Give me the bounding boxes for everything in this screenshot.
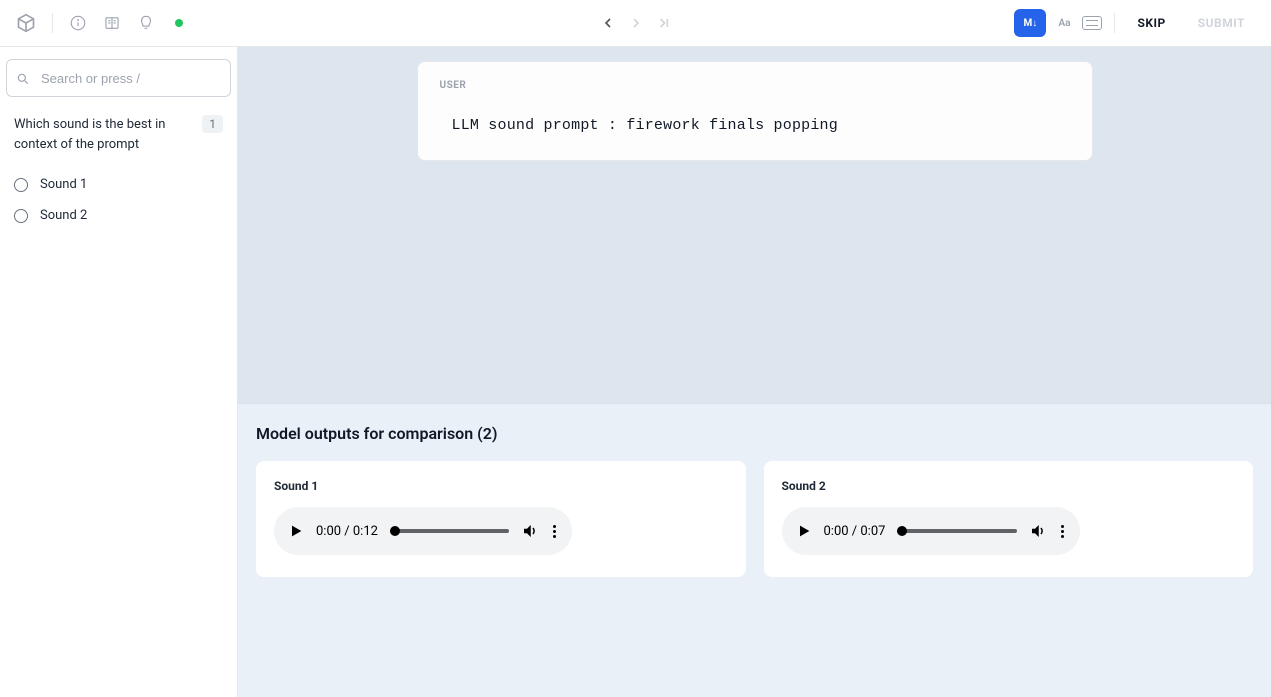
seek-bar[interactable] xyxy=(897,529,1016,533)
logo-icon xyxy=(16,13,36,33)
output-card-1: Sound 1 0:00 / 0:12 xyxy=(256,461,746,577)
bulb-icon[interactable] xyxy=(137,14,155,32)
submit-button[interactable]: SUBMIT xyxy=(1188,10,1255,36)
play-icon[interactable] xyxy=(288,523,304,539)
skip-button[interactable]: SKIP xyxy=(1127,10,1175,36)
audio-time: 0:00 / 0:07 xyxy=(824,524,886,539)
seek-bar[interactable] xyxy=(390,529,509,533)
search-icon xyxy=(16,71,30,85)
question-text: Which sound is the best in context of th… xyxy=(14,115,194,155)
header-right: M↓ Aa SKIP SUBMIT xyxy=(1014,9,1255,37)
divider xyxy=(1114,13,1115,33)
more-icon[interactable] xyxy=(551,525,558,538)
question-row: Which sound is the best in context of th… xyxy=(6,115,231,169)
prev-arrow-icon[interactable] xyxy=(600,15,616,31)
body: Which sound is the best in context of th… xyxy=(0,47,1271,697)
output-label: Sound 1 xyxy=(274,479,728,493)
book-icon[interactable] xyxy=(103,14,121,32)
radio-option-sound1[interactable]: Sound 1 xyxy=(6,169,231,200)
prompt-area: USER LLM sound prompt : firework finals … xyxy=(238,47,1271,403)
search-input[interactable] xyxy=(6,59,231,97)
header-left xyxy=(16,13,183,33)
status-dot xyxy=(175,19,183,27)
question-badge: 1 xyxy=(202,115,223,133)
audio-player: 0:00 / 0:07 xyxy=(782,507,1080,555)
radio-option-sound2[interactable]: Sound 2 xyxy=(6,200,231,231)
outputs-area: Model outputs for comparison (2) Sound 1… xyxy=(238,403,1271,697)
output-label: Sound 2 xyxy=(782,479,1236,493)
text-style-button[interactable]: Aa xyxy=(1058,18,1070,29)
sidebar: Which sound is the best in context of th… xyxy=(0,47,238,697)
radio-circle-icon xyxy=(14,209,28,223)
header: M↓ Aa SKIP SUBMIT xyxy=(0,0,1271,47)
next-arrow-icon[interactable] xyxy=(628,15,644,31)
radio-circle-icon xyxy=(14,178,28,192)
more-icon[interactable] xyxy=(1059,525,1066,538)
prompt-role: USER xyxy=(440,80,1070,91)
prompt-text: LLM sound prompt : firework finals poppi… xyxy=(452,117,1070,134)
divider xyxy=(52,13,53,33)
main: USER LLM sound prompt : firework finals … xyxy=(238,47,1271,697)
outputs-title: Model outputs for comparison (2) xyxy=(256,424,1253,443)
radio-label: Sound 2 xyxy=(40,208,87,223)
header-nav xyxy=(600,15,672,31)
search-wrap xyxy=(6,59,231,97)
audio-time: 0:00 / 0:12 xyxy=(316,524,378,539)
radio-label: Sound 1 xyxy=(40,177,87,192)
outputs-grid: Sound 1 0:00 / 0:12 Sound 2 xyxy=(256,461,1253,577)
volume-icon[interactable] xyxy=(521,522,539,540)
keyboard-icon[interactable] xyxy=(1082,16,1102,30)
info-icon[interactable] xyxy=(69,14,87,32)
play-icon[interactable] xyxy=(796,523,812,539)
output-card-2: Sound 2 0:00 / 0:07 xyxy=(764,461,1254,577)
prompt-card: USER LLM sound prompt : firework finals … xyxy=(417,61,1093,161)
last-arrow-icon[interactable] xyxy=(656,15,672,31)
markdown-toggle-button[interactable]: M↓ xyxy=(1014,9,1046,37)
audio-player: 0:00 / 0:12 xyxy=(274,507,572,555)
volume-icon[interactable] xyxy=(1029,522,1047,540)
